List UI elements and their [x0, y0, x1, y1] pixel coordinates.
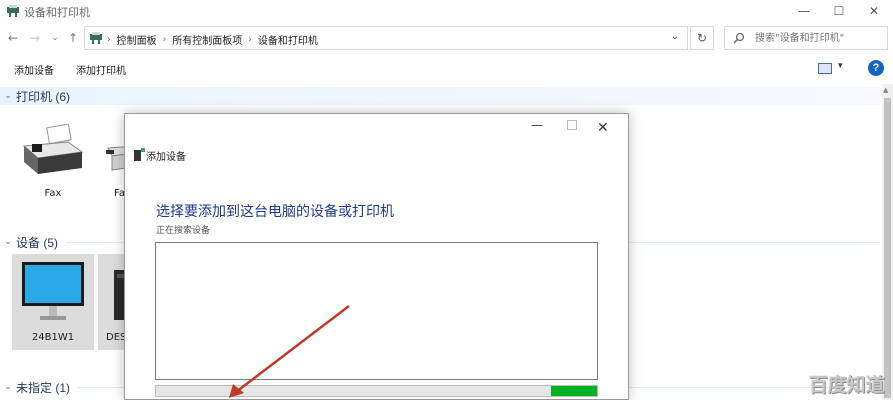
monitor-icon: [22, 262, 84, 320]
help-button[interactable]: ?: [868, 60, 884, 76]
search-progress-bar: [155, 385, 598, 397]
view-options-button[interactable]: [818, 63, 832, 74]
device-fax[interactable]: Fax: [12, 118, 94, 204]
chevron-down-icon: ⌄: [4, 382, 12, 392]
device-label: Fax: [44, 188, 62, 199]
group-header-printers[interactable]: ⌄ 打印机 (6): [0, 87, 880, 105]
baidu-zhidao-watermark: 百度知道: [800, 366, 893, 400]
vertical-scrollbar[interactable]: ▲: [882, 84, 893, 400]
device-label: DES: [106, 332, 124, 343]
device-label: 24B1W1: [31, 332, 75, 343]
device-printer[interactable]: Fa: [94, 118, 124, 204]
search-status: 正在搜索设备: [156, 226, 211, 236]
fax-icon: [22, 124, 84, 174]
add-device-icon: [134, 148, 145, 161]
refresh-icon: ↻: [696, 31, 708, 45]
breadcrumb: › 控制面板 › 所有控制面板项 › 设备和打印机: [107, 32, 318, 48]
breadcrumb-all-items[interactable]: 所有控制面板项: [172, 32, 242, 47]
breadcrumb-separator: ›: [107, 34, 111, 45]
chevron-down-icon: ⌄: [51, 33, 59, 43]
up-button[interactable]: ↑: [64, 28, 82, 48]
up-arrow-icon: ↑: [67, 31, 79, 45]
address-dropdown-icon[interactable]: ⌄: [671, 31, 679, 42]
search-icon: [733, 32, 745, 44]
recent-locations-button[interactable]: ⌄: [46, 28, 64, 48]
add-printer-button[interactable]: 添加打印机: [76, 62, 126, 77]
dialog-title: 添加设备: [146, 152, 186, 163]
progress-fill: [550, 386, 597, 396]
breadcrumb-separator: ›: [162, 34, 167, 45]
breadcrumb-devices-printers[interactable]: 设备和打印机: [258, 32, 318, 47]
group-title: 未指定 (1): [16, 380, 71, 395]
maximize-button[interactable]: ☐: [822, 0, 856, 22]
search-box[interactable]: [724, 26, 888, 50]
device-label: Fa: [114, 188, 124, 199]
chevron-down-icon: ⌄: [4, 91, 12, 101]
chevron-down-icon: ⌄: [4, 237, 12, 247]
window-title: 设备和打印机: [24, 6, 90, 19]
device-monitor[interactable]: 24B1W1: [12, 254, 94, 350]
add-device-dialog: — ✕ 添加设备 选择要添加到这台电脑的设备或打印机 正在搜索设备: [124, 113, 629, 400]
title-bar: 设备和打印机 — ☐ ✕: [0, 0, 893, 22]
group-title: 设备 (5): [16, 235, 59, 250]
address-bar[interactable]: › 控制面板 › 所有控制面板项 › 设备和打印机 ⌄: [84, 26, 688, 50]
computer-icon: [114, 270, 124, 320]
watermark-text: 百度知道: [808, 373, 885, 396]
back-button[interactable]: ←: [4, 28, 22, 48]
scrollbar-thumb[interactable]: [884, 98, 891, 398]
dialog-minimize-button[interactable]: —: [531, 118, 543, 132]
refresh-button[interactable]: ↻: [690, 26, 714, 50]
dialog-maximize-button: [567, 120, 577, 130]
devices-printers-icon: [7, 5, 19, 17]
breadcrumb-control-panel[interactable]: 控制面板: [117, 32, 157, 47]
back-arrow-icon: ←: [7, 31, 19, 45]
forward-button[interactable]: →: [26, 28, 44, 48]
help-icon: ?: [872, 62, 880, 74]
breadcrumb-separator: ›: [248, 34, 252, 45]
scroll-up-icon[interactable]: ▲: [883, 86, 888, 94]
printer-icon: [106, 146, 124, 171]
close-icon: ✕: [868, 4, 880, 18]
add-device-button[interactable]: 添加设备: [14, 62, 54, 77]
forward-arrow-icon: →: [29, 31, 41, 45]
device-results-list[interactable]: [155, 242, 598, 380]
minimize-icon: —: [798, 4, 810, 18]
dialog-heading: 选择要添加到这台电脑的设备或打印机: [156, 204, 394, 220]
search-input[interactable]: [755, 30, 883, 47]
dialog-close-button[interactable]: ✕: [597, 120, 609, 136]
group-title: 打印机 (6): [16, 89, 71, 104]
address-row: ← → ⌄ ↑ › 控制面板 › 所有控制面板项 › 设备和打印机 ⌄ ↻: [0, 24, 893, 52]
view-dropdown-icon[interactable]: ▾: [838, 61, 843, 71]
minimize-button[interactable]: —: [787, 0, 821, 22]
close-button[interactable]: ✕: [857, 0, 891, 22]
command-bar: 添加设备 添加打印机 ▾ ?: [0, 56, 893, 82]
maximize-icon: ☐: [833, 4, 845, 18]
control-panel-icon: [90, 32, 102, 44]
device-computer[interactable]: DES: [98, 254, 124, 350]
